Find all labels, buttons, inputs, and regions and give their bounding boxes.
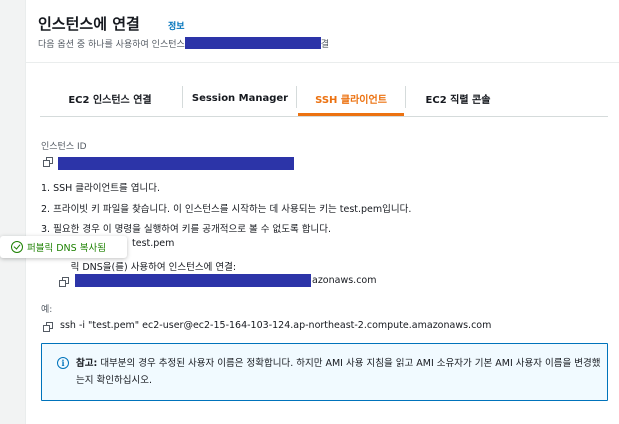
alert-title: 참고: bbox=[76, 358, 98, 369]
alert-body: 대부분의 경우 추정된 사용자 이름은 정확합니다. 하지만 AMI 사용 지침… bbox=[76, 358, 601, 386]
info-icon: i bbox=[57, 357, 69, 369]
copy-icon[interactable] bbox=[43, 157, 53, 167]
example-label: 예: bbox=[41, 305, 53, 315]
copy-icon[interactable] bbox=[59, 277, 69, 287]
connection-tabs: EC2 인스턴스 연결 Session Manager SSH 클라이언트 EC… bbox=[40, 80, 610, 116]
step-2: 2. 프라이빗 키 파일을 찾습니다. 이 인스턴스를 시작하는 데 사용되는 … bbox=[41, 204, 412, 215]
public-dns-value bbox=[75, 274, 311, 287]
tab-session-manager[interactable]: Session Manager bbox=[184, 80, 296, 116]
step-4: 4. 퍼블릭 DNS을(를) 사용하여 인스턴스에 연결: bbox=[41, 262, 237, 273]
page-header: 인스턴스에 연결 정보 다음 옵션 중 하나를 사용하여 인스턴스 결 bbox=[38, 10, 619, 62]
subtitle-suffix: 결 bbox=[320, 40, 330, 50]
instance-id-label: 인스턴스 ID bbox=[41, 142, 87, 152]
tab-separator bbox=[182, 86, 183, 108]
check-circle-icon bbox=[11, 241, 23, 253]
tab-ec2-serial-console[interactable]: EC2 직렬 콘솔 bbox=[406, 80, 510, 116]
page-title: 인스턴스에 연결 bbox=[38, 15, 140, 33]
toast-message: 퍼블릭 DNS 복사됨 bbox=[27, 243, 106, 254]
step-3: 3. 필요한 경우 이 명령을 실행하여 키를 공개적으로 볼 수 없도록 합니… bbox=[41, 224, 332, 235]
example-command: ssh -i "test.pem" ec2-user@ec2-15-164-10… bbox=[60, 320, 492, 331]
alert-text: 참고: 대부분의 경우 추정된 사용자 이름은 정확합니다. 하지만 AMI 사… bbox=[76, 355, 601, 389]
public-dns-suffix: azonaws.com bbox=[312, 275, 377, 286]
step-3-command: test.pem bbox=[132, 238, 175, 249]
tabs-divider bbox=[40, 116, 608, 117]
left-rail bbox=[0, 0, 25, 424]
redacted-block bbox=[184, 37, 321, 49]
subtitle-prefix: 다음 옵션 중 하나를 사용하여 인스턴스 bbox=[38, 40, 185, 50]
info-alert: i 참고: 대부분의 경우 추정된 사용자 이름은 정확합니다. 하지만 AMI… bbox=[41, 343, 608, 401]
tab-separator bbox=[296, 86, 297, 108]
step-1: 1. SSH 클라이언트를 엽니다. bbox=[41, 183, 161, 194]
copy-icon[interactable] bbox=[43, 322, 53, 332]
page-subtitle: 다음 옵션 중 하나를 사용하여 인스턴스 결 bbox=[38, 37, 329, 50]
tab-ec2-instance-connect[interactable]: EC2 인스턴스 연결 bbox=[40, 80, 180, 116]
info-link[interactable]: 정보 bbox=[168, 19, 185, 32]
header-divider bbox=[26, 62, 619, 63]
instance-id-value bbox=[58, 157, 294, 170]
copied-toast: 퍼블릭 DNS 복사됨 bbox=[0, 236, 127, 258]
tab-ssh-client[interactable]: SSH 클라이언트 bbox=[298, 80, 404, 116]
